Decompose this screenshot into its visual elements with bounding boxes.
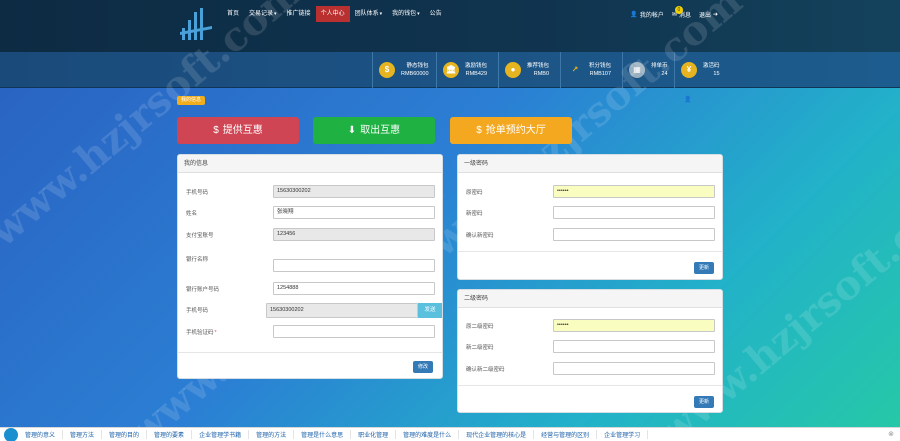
form-row: 银行账户号码 1254888	[178, 282, 442, 296]
update-secondary-password-button[interactable]: 更新	[694, 396, 715, 408]
withdraw-help-button[interactable]: ⬇ 取出互惠	[313, 117, 435, 144]
nav-wallet[interactable]: 我的钱包▾	[387, 6, 425, 22]
user-mini-icon: 👤	[684, 97, 692, 103]
provide-help-button[interactable]: $ 提供互惠	[177, 117, 299, 144]
footer-link[interactable]: 管理的难度是什么	[396, 430, 460, 439]
footer-link[interactable]: 管理方法	[63, 430, 103, 439]
form-row: 支付宝账号 123456	[178, 228, 442, 242]
form-row: 手机号码 15630300202 发送	[178, 303, 442, 318]
close-icon[interactable]: ⊗	[888, 430, 894, 438]
nav-notice[interactable]: 公告	[425, 6, 447, 22]
user-menu: 👤 我的帐户 ✉ 0 消息 退出 ➜	[622, 5, 720, 22]
site-logo-icon[interactable]	[178, 6, 214, 42]
bank-icon: 🏛	[443, 62, 459, 78]
form-row	[178, 259, 442, 273]
home-circle-icon[interactable]	[4, 427, 18, 441]
form-row: 姓名 张晓翔	[178, 206, 442, 220]
send-code-button[interactable]: 发送	[418, 303, 442, 318]
form-row: 新二级密码	[458, 340, 722, 354]
bank-account-field[interactable]: 1254888	[273, 282, 435, 295]
footer-link[interactable]: 现代企业管理的核心是	[459, 430, 535, 439]
panel-title: 二级密码	[458, 290, 722, 308]
messages-link[interactable]: ✉ 0 消息	[672, 5, 691, 19]
phone-readonly-field: 15630300202	[273, 185, 435, 198]
old-secondary-password-input[interactable]: ••••••	[553, 319, 715, 332]
nav-transactions[interactable]: 交易记录▾	[244, 6, 282, 22]
new-password-input[interactable]	[553, 206, 715, 219]
modify-info-button[interactable]: 修改	[413, 361, 434, 373]
footer-link[interactable]: 管理的要素	[147, 430, 193, 439]
footer-link[interactable]: 管理的目的	[102, 430, 148, 439]
coin-icon: ¥	[681, 62, 697, 78]
level1-password-panel: 一级密码 原密码 •••••• 新密码 确认新密码 更新	[457, 154, 723, 280]
personal-info-panel: 我的信息 手机号码 15630300202 姓名 张晓翔 支付宝账号 12345…	[177, 154, 443, 379]
main-menu: 首页 交易记录▾ 推广链接 个人中心 团队体系▾ 我的钱包▾ 公告	[222, 6, 447, 22]
message-count-badge: 0	[674, 5, 683, 14]
cash-icon: ▦	[629, 62, 645, 78]
nav-personal-center[interactable]: 个人中心	[315, 6, 350, 22]
nav-home[interactable]: 首页	[222, 6, 244, 22]
footer-link[interactable]: 职业化管理	[351, 430, 397, 439]
update-password-button[interactable]: 更新	[694, 262, 715, 274]
form-row: 原密码 ••••••	[458, 185, 722, 199]
download-icon: ⬇	[347, 125, 357, 136]
form-row: 手机验证码*	[178, 325, 442, 339]
sms-code-input[interactable]	[273, 325, 435, 338]
panel-title: 我的信息	[178, 155, 442, 173]
bank-name-field[interactable]	[273, 259, 435, 272]
footer-link[interactable]: 企业管理学书籍	[192, 430, 250, 439]
footer-link[interactable]: 企业管理学习	[597, 430, 649, 439]
dollar-icon: $	[476, 125, 482, 136]
verify-phone-field: 15630300202	[266, 303, 418, 318]
growth-chart-icon: ↗	[571, 65, 579, 74]
coins-icon: ●	[505, 62, 521, 78]
confirm-secondary-password-input[interactable]	[553, 362, 715, 375]
nav-promo-link[interactable]: 推广链接	[282, 6, 316, 22]
caret-down-icon: ▾	[274, 11, 277, 17]
form-row: 新密码	[458, 206, 722, 220]
panel-title: 一级密码	[458, 155, 722, 173]
footer-link-bar: 管理的意义 管理方法 管理的目的 管理的要素 企业管理学书籍 管理的方法 管理是…	[0, 427, 900, 441]
dollar-icon: $	[213, 125, 219, 136]
stat-incentive-wallet: 🏛 激励钱包 RMB429	[436, 52, 487, 88]
nav-team[interactable]: 团队体系▾	[350, 6, 388, 22]
form-row: 确认新二级密码	[458, 362, 722, 376]
wallet-stats-bar: $ 静态钱包 RMB60000 🏛 激励钱包 RMB429 ● 推荐钱包 RMB0 ↗…	[0, 52, 900, 88]
grab-order-hall-button[interactable]: $ 抢单预约大厅	[450, 117, 572, 144]
footer-link[interactable]: 管理的方法	[249, 430, 295, 439]
form-row: 手机号码 15630300202	[178, 185, 442, 199]
stat-points-wallet: ↗ 积分钱包 RMB107	[560, 52, 611, 88]
logout-link[interactable]: 退出 ➜	[699, 10, 720, 19]
form-row: 原二级密码 ••••••	[458, 319, 722, 333]
name-field[interactable]: 张晓翔	[273, 206, 435, 219]
caret-down-icon: ▾	[417, 11, 420, 17]
footer-link[interactable]: 经营与管理的区别	[534, 430, 598, 439]
new-secondary-password-input[interactable]	[553, 340, 715, 353]
confirm-password-input[interactable]	[553, 228, 715, 241]
form-row: 确认新密码	[458, 228, 722, 242]
breadcrumb[interactable]: 我的信息	[177, 96, 206, 105]
logout-arrow-icon: ➜	[712, 11, 718, 18]
stat-activation-code: ¥ 激活码 15	[674, 52, 720, 88]
level2-password-panel: 二级密码 原二级密码 •••••• 新二级密码 确认新二级密码 更新	[457, 289, 723, 413]
stat-order-coins: ▦ 排单币 24	[622, 52, 668, 88]
footer-link[interactable]: 管理的意义	[18, 430, 64, 439]
old-password-input[interactable]: ••••••	[553, 185, 715, 198]
top-navbar: 首页 交易记录▾ 推广链接 个人中心 团队体系▾ 我的钱包▾ 公告 👤 我的帐户…	[0, 0, 900, 52]
money-bag-icon: $	[379, 62, 395, 78]
stat-referral-wallet: ● 推荐钱包 RMB0	[498, 52, 549, 88]
alipay-field: 123456	[273, 228, 435, 241]
footer-link[interactable]: 管理是什么意思	[294, 430, 352, 439]
user-icon: 👤	[630, 11, 638, 18]
stat-static-wallet: $ 静态钱包 RMB60000	[372, 52, 429, 88]
caret-down-icon: ▾	[379, 11, 383, 17]
my-account-link[interactable]: 👤 我的帐户	[630, 10, 664, 19]
